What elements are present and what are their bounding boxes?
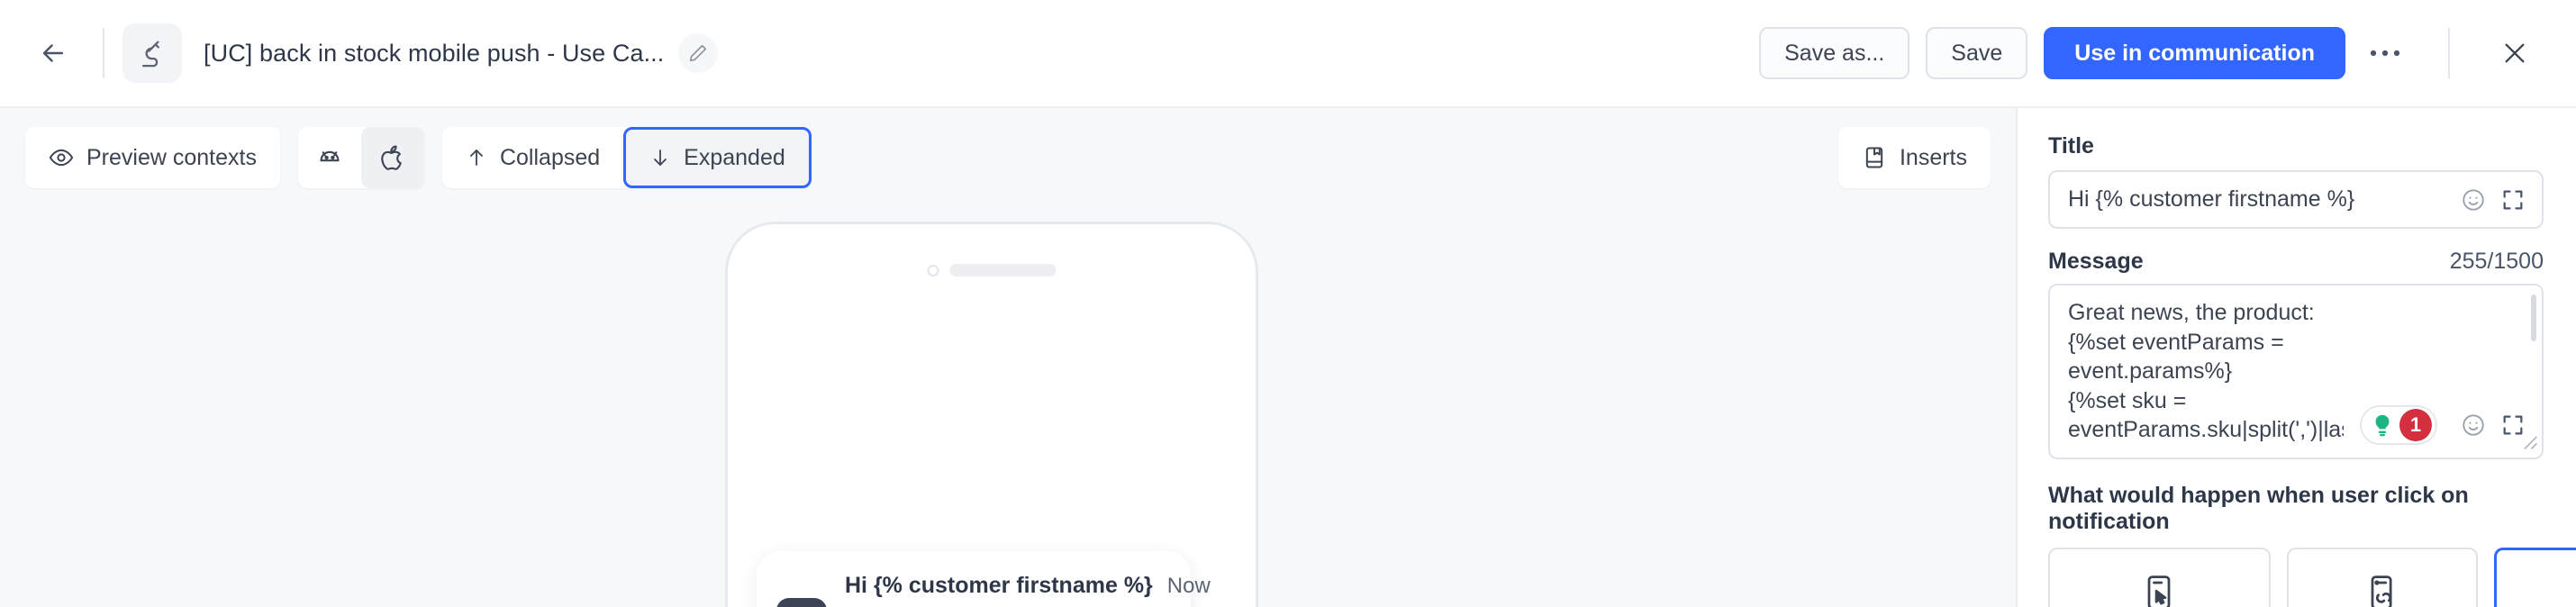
phone-link-icon [2363,573,2402,607]
app-header: [UC] back in stock mobile push - Use Ca.… [0,0,2576,108]
title-field-tools [2444,187,2542,213]
edit-title-button[interactable] [678,33,719,73]
phone-camera-dot [927,264,939,276]
title-emoji-button[interactable] [2461,187,2486,213]
notification-app-icon [776,598,827,607]
message-lint-count: 1 [2399,408,2432,441]
phone-mockup [725,222,1258,607]
page-title: [UC] back in stock mobile push - Use Ca.… [204,39,665,67]
notification-header-row: Hi {% customer firstname %} Now [845,573,1211,599]
inserts-button[interactable]: Inserts [1838,127,1991,188]
header-divider [103,28,104,78]
resize-grip-icon [2524,435,2537,449]
state-collapsed-button[interactable]: Collapsed [442,127,623,188]
message-emoji-button[interactable] [2461,412,2486,438]
message-field-tools: 1 [2344,404,2542,458]
phone-speaker-bar [949,264,1057,276]
preview-contexts-group: Preview contexts [25,127,280,188]
click-action-open-main-app-screen[interactable]: Open main app screen [2048,547,2271,607]
state-expanded-label: Expanded [684,144,785,170]
preview-contexts-button[interactable]: Preview contexts [25,127,280,188]
message-resize-handle[interactable] [2520,432,2538,455]
save-as-button[interactable]: Save as... [1759,27,1910,79]
arrow-left-icon [42,44,64,62]
app-type-icon-tile [122,23,182,83]
platform-toggle-group [297,127,424,188]
back-button[interactable] [22,28,85,78]
push-notification-editor: [UC] back in stock mobile push - Use Ca.… [0,0,2576,607]
arrow-down-icon [654,149,667,166]
header-left-group: [UC] back in stock mobile push - Use Ca.… [22,23,719,83]
title-field-label: Title [2048,133,2094,159]
notification-preview-card[interactable]: Hi {% customer firstname %} Now Great ne… [757,551,1211,607]
book-icon [1865,147,1883,168]
expand-icon [2503,190,2523,209]
ellipsis-icon [2370,50,2400,57]
save-button[interactable]: Save [1926,27,2028,79]
inserts-group: Inserts [1837,127,1991,188]
platform-apple-button[interactable] [360,127,424,188]
pencil-icon [690,44,707,62]
close-button[interactable] [2490,28,2540,78]
preview-toolbar: Preview contexts Collapsed Expanded Inse… [0,108,2016,207]
message-lint-indicator[interactable]: 1 [2360,404,2437,445]
emoji-icon [2463,413,2484,436]
title-input-wrapper[interactable]: Hi {% customer firstname %} [2048,170,2544,229]
notification-title: Hi {% customer firstname %} [845,573,1153,598]
lightbulb-icon [2375,414,2390,436]
arrow-up-icon [470,149,483,166]
android-icon [320,150,340,162]
eye-icon [49,149,74,167]
click-action-open-external-website[interactable]: Open external website [2493,547,2576,607]
phone-preview-area: Hi {% customer firstname %} Now Great ne… [0,207,2016,607]
message-character-counter: 255/1500 [2449,249,2544,274]
preview-contexts-label: Preview contexts [86,144,257,170]
title-input[interactable]: Hi {% customer firstname %} [2050,172,2444,227]
message-textarea[interactable]: Great news, the product: {%set eventPara… [2050,285,2344,458]
more-options-button[interactable] [2362,30,2408,77]
push-notification-icon [141,41,159,68]
editor-body: Preview contexts Collapsed Expanded Inse… [0,108,2576,607]
close-icon [2505,43,2525,63]
settings-panel: Title Hi {% customer firstname %} Messag… [2018,108,2576,607]
display-state-group: Collapsed Expanded [441,127,812,188]
use-in-communication-button[interactable]: Use in communication [2044,27,2345,79]
notification-content: Hi {% customer firstname %} Now Great ne… [845,573,1211,607]
preview-panel: Preview contexts Collapsed Expanded Inse… [0,108,2018,607]
state-expanded-button[interactable]: Expanded [623,127,812,188]
emoji-icon [2463,188,2484,211]
apple-icon [381,145,402,170]
message-textarea-wrapper[interactable]: Great news, the product: {%set eventPara… [2048,284,2544,459]
click-action-cards: Open main app screen Open app deep link … [2048,547,2576,607]
app-screen-cursor-icon [2139,573,2179,607]
header-divider-2 [2448,28,2450,78]
state-collapsed-label: Collapsed [499,144,601,170]
phone-notch [927,264,1057,276]
title-expand-button[interactable] [2500,187,2526,213]
notification-body-text: Great news, the product: {%set eventPara… [845,602,1167,607]
message-scrollbar[interactable] [2531,294,2536,341]
click-action-open-app-deep-link[interactable]: Open app deep link [2286,547,2478,607]
notification-time: Now [1166,574,1211,598]
inserts-label: Inserts [1899,144,1967,170]
message-field-label: Message [2048,249,2144,274]
message-label-row: Message 255/1500 [2048,249,2544,284]
click-action-section-label: What would happen when user click on not… [2048,482,2469,534]
header-actions: Save as... Save Use in communication [1759,27,2540,79]
platform-android-button[interactable] [298,127,361,188]
